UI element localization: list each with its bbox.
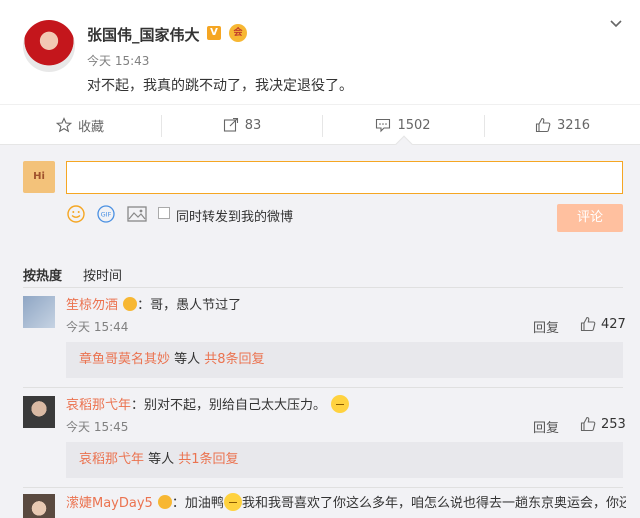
commenter-avatar[interactable] — [23, 396, 55, 428]
my-avatar: Hi — [23, 161, 55, 193]
star-icon — [55, 117, 72, 133]
repost-icon — [223, 117, 238, 132]
commenter-avatar[interactable] — [23, 296, 55, 328]
comment-like-count: 427 — [601, 316, 626, 332]
favorite-button[interactable]: 收藏 — [0, 105, 160, 145]
sub-reply-count[interactable]: 共8条回复 — [204, 352, 264, 367]
commenter-name[interactable]: 哀稻那弋年 — [66, 398, 131, 413]
sort-by-time-tab[interactable]: 按时间 — [83, 265, 122, 284]
favorite-label: 收藏 — [77, 119, 104, 135]
vip-icon — [123, 297, 138, 311]
commenter-avatar[interactable] — [23, 494, 55, 518]
sub-reply-connector: 等人 — [144, 452, 179, 467]
repost-checkbox-label[interactable]: 同时转发到我的微博 — [176, 206, 293, 225]
sub-reply-user[interactable]: 哀稻那弋年 — [79, 452, 144, 467]
sub-replies-summary[interactable]: 章鱼哥莫名其妙 等人 共8条回复 — [66, 342, 623, 378]
comment-text: ：哥，愚人节过了 — [137, 298, 242, 313]
repost-count: 83 — [244, 117, 262, 133]
comment-body: 哀稻那弋年：别对不起，别给自己太大压力。 — [66, 394, 350, 413]
comment-input[interactable] — [66, 161, 623, 194]
reply-button[interactable]: 回复 — [533, 317, 559, 336]
sub-reply-count[interactable]: 共1条回复 — [178, 452, 238, 467]
repost-checkbox[interactable] — [158, 207, 170, 219]
post-text: 对不起，我真的跳不动了，我决定退役了。 — [87, 78, 353, 94]
svg-text:GIF: GIF — [101, 211, 112, 219]
commenter-name[interactable]: 笙椋勿酒 — [66, 298, 118, 313]
like-count: 3216 — [556, 117, 591, 133]
comment-like-button[interactable]: 253 — [580, 416, 626, 432]
comment-count: 1502 — [397, 117, 431, 133]
post-time[interactable]: 今天 15:43 — [87, 52, 149, 69]
repost-button[interactable]: 83 — [162, 105, 322, 145]
verified-icon: V — [207, 26, 221, 40]
author-name[interactable]: 张国伟_国家伟大 — [87, 24, 200, 45]
comment-text-continued: 我和我哥喜欢了你这么多年，咱怎么说也得去一趟东京奥运会，你还 — [241, 496, 626, 511]
comment-icon — [376, 118, 391, 133]
comment-body: 笙椋勿酒 ：哥，愚人节过了 — [66, 294, 241, 313]
image-icon[interactable] — [127, 205, 147, 223]
comment-like-button[interactable]: 427 — [580, 316, 626, 332]
comment-divider — [23, 387, 623, 388]
submit-comment-button[interactable]: 评论 — [557, 204, 623, 232]
comment-text: ：别对不起，别给自己太大压力。 — [131, 398, 327, 413]
chevron-down-icon[interactable] — [607, 16, 625, 34]
sub-reply-connector: 等人 — [170, 352, 205, 367]
comment-like-count: 253 — [601, 416, 626, 432]
action-bar: 收藏 83 1502 3216 — [0, 104, 640, 144]
comment-time: 今天 15:44 — [66, 320, 129, 334]
comment-divider — [23, 487, 623, 488]
sub-reply-user[interactable]: 章鱼哥莫名其妙 — [79, 352, 170, 367]
comment-text: ：加油鸭 — [171, 496, 224, 511]
gif-icon[interactable]: GIF — [97, 205, 115, 223]
vip-icon: 会 — [229, 24, 247, 42]
reply-button[interactable]: 回复 — [533, 417, 559, 436]
sort-by-hot-tab[interactable]: 按热度 — [23, 265, 62, 284]
vip-icon — [157, 495, 172, 509]
sort-divider — [23, 287, 623, 288]
commenter-name[interactable]: 潆婕MayDay5 — [66, 496, 153, 511]
like-button[interactable]: 3216 — [485, 105, 640, 145]
sub-replies-summary[interactable]: 哀稻那弋年 等人 共1条回复 — [66, 442, 623, 478]
comment-body: 潆婕MayDay5 ：加油鸭 我和我哥喜欢了你这么多年，咱怎么说也得去一趟东京奥运… — [66, 492, 626, 511]
emoji-icon[interactable] — [67, 205, 85, 223]
author-avatar[interactable] — [23, 20, 75, 72]
thumbs-up-icon — [580, 316, 596, 332]
smile-emoji-icon — [223, 493, 242, 511]
thumbs-up-icon — [535, 117, 551, 133]
comment-time: 今天 15:45 — [66, 420, 129, 434]
crying-emoji-icon — [331, 395, 350, 413]
thumbs-up-icon — [580, 416, 596, 432]
